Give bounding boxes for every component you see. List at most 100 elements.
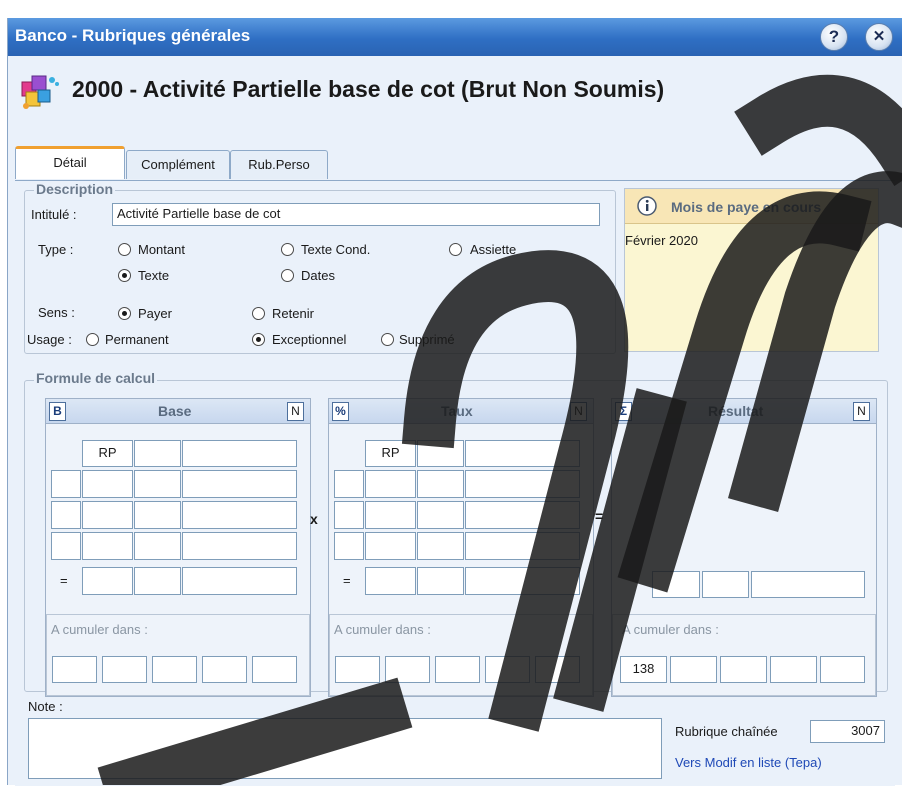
- base-cell[interactable]: [51, 501, 81, 529]
- base-cell[interactable]: [134, 567, 181, 595]
- resultat-cumul-cell[interactable]: [670, 656, 717, 683]
- base-cell[interactable]: [51, 532, 81, 560]
- sens-retenir-radio[interactable]: [252, 307, 265, 320]
- sigma-badge: Σ: [615, 402, 632, 421]
- taux-rp-cell[interactable]: RP: [365, 440, 416, 467]
- resultat-cumul-cell[interactable]: [820, 656, 865, 683]
- taux-cell[interactable]: [365, 470, 416, 498]
- taux-cell[interactable]: [417, 501, 464, 529]
- rubrique-blocks-icon: [18, 70, 62, 110]
- taux-cell[interactable]: [465, 440, 580, 467]
- base-cumul-label: A cumuler dans :: [51, 622, 148, 637]
- intitule-field[interactable]: Activité Partielle base de cot: [112, 203, 600, 226]
- base-rp-cell[interactable]: RP: [82, 440, 133, 467]
- window: Banco - Rubriques générales ? ✕ 2000 - A…: [7, 18, 902, 786]
- taux-cell[interactable]: [334, 532, 364, 560]
- base-title: Base: [158, 403, 192, 419]
- resultat-n-button[interactable]: N: [853, 402, 870, 421]
- help-button[interactable]: ?: [820, 23, 848, 51]
- type-texte-radio[interactable]: [118, 269, 131, 282]
- taux-cell[interactable]: [417, 440, 464, 467]
- base-cumul-cell[interactable]: [52, 656, 97, 683]
- type-dates-radio[interactable]: [281, 269, 294, 282]
- equals-sign: =: [595, 508, 604, 524]
- base-cell[interactable]: [182, 440, 297, 467]
- multiply-sign: x: [310, 511, 318, 527]
- title-bar: Banco - Rubriques générales ? ✕: [8, 18, 902, 56]
- tab-rub-perso[interactable]: Rub.Perso: [230, 150, 328, 179]
- window-title: Banco - Rubriques générales: [15, 26, 251, 45]
- taux-cell[interactable]: [365, 532, 416, 560]
- taux-cell[interactable]: [417, 532, 464, 560]
- base-cell[interactable]: [182, 501, 297, 529]
- taux-cell[interactable]: [417, 470, 464, 498]
- taux-cumul-cell[interactable]: [535, 656, 580, 683]
- base-cell[interactable]: [134, 440, 181, 467]
- taux-cell[interactable]: [465, 501, 580, 529]
- base-n-button[interactable]: N: [287, 402, 304, 421]
- base-cumul-cell[interactable]: [202, 656, 247, 683]
- taux-panel: % Taux N RP = A cumuler dans :: [328, 398, 594, 697]
- taux-badge: %: [332, 402, 349, 421]
- note-field[interactable]: [28, 718, 662, 779]
- close-button[interactable]: ✕: [865, 23, 893, 51]
- resultat-cell[interactable]: [702, 571, 749, 598]
- taux-n-button[interactable]: N: [570, 402, 587, 421]
- page-title: 2000 - Activité Partielle base de cot (B…: [72, 76, 665, 102]
- taux-cumul-label: A cumuler dans :: [334, 622, 431, 637]
- taux-cell[interactable]: [465, 532, 580, 560]
- taux-cell[interactable]: [417, 567, 464, 595]
- type-texte-cond-radio[interactable]: [281, 243, 294, 256]
- base-cell[interactable]: [82, 567, 133, 595]
- sens-payer-radio[interactable]: [118, 307, 131, 320]
- base-panel: B Base N RP = A cumuler dans :: [45, 398, 311, 697]
- usage-label: Usage :: [27, 332, 72, 347]
- base-header: B Base N: [46, 399, 310, 424]
- resultat-title: Résultat: [708, 403, 764, 419]
- base-cell[interactable]: [182, 470, 297, 498]
- type-montant-radio[interactable]: [118, 243, 131, 256]
- base-cumul-cell[interactable]: [152, 656, 197, 683]
- taux-cumul-cell[interactable]: [435, 656, 480, 683]
- intitule-label: Intitulé :: [31, 207, 77, 222]
- rubrique-chainee-field[interactable]: 3007: [810, 720, 885, 743]
- base-cumul-cell[interactable]: [252, 656, 297, 683]
- taux-cumul-cell[interactable]: [335, 656, 380, 683]
- resultat-cumul-cell[interactable]: [770, 656, 817, 683]
- resultat-cell[interactable]: [652, 571, 700, 598]
- taux-cell[interactable]: [465, 470, 580, 498]
- usage-exceptionnel-radio[interactable]: [252, 333, 265, 346]
- base-cell[interactable]: [82, 532, 133, 560]
- tab-complement[interactable]: Complément: [126, 150, 230, 179]
- resultat-cumul-label: A cumuler dans :: [622, 622, 719, 637]
- type-assiette-radio[interactable]: [449, 243, 462, 256]
- tab-detail[interactable]: Détail: [15, 146, 125, 179]
- base-cell[interactable]: [82, 501, 133, 529]
- taux-cell[interactable]: [334, 470, 364, 498]
- base-cell[interactable]: [182, 567, 297, 595]
- type-assiette-label: Assiette: [470, 242, 517, 257]
- taux-cell[interactable]: [365, 501, 416, 529]
- resultat-cumul-cell[interactable]: [720, 656, 767, 683]
- base-cell[interactable]: [134, 501, 181, 529]
- resultat-cell[interactable]: [751, 571, 865, 598]
- base-cumul-cell[interactable]: [102, 656, 147, 683]
- taux-cell[interactable]: [465, 567, 580, 595]
- base-equals: =: [60, 573, 68, 588]
- taux-cell[interactable]: [334, 501, 364, 529]
- usage-permanent-radio[interactable]: [86, 333, 99, 346]
- base-cell[interactable]: [182, 532, 297, 560]
- modif-liste-link[interactable]: Vers Modif en liste (Tepa): [675, 755, 822, 770]
- base-cell[interactable]: [134, 470, 181, 498]
- resultat-cumul-cell[interactable]: 138: [620, 656, 667, 683]
- taux-cumul-cell[interactable]: [385, 656, 430, 683]
- taux-cumul-cell[interactable]: [485, 656, 530, 683]
- base-cell[interactable]: [82, 470, 133, 498]
- usage-exceptionnel-label: Exceptionnel: [272, 332, 347, 347]
- base-cell[interactable]: [51, 470, 81, 498]
- usage-supprime-radio[interactable]: [381, 333, 394, 346]
- base-cell[interactable]: [134, 532, 181, 560]
- sens-label: Sens :: [38, 305, 75, 320]
- taux-cell[interactable]: [365, 567, 416, 595]
- mois-de-paye-value: Février 2020: [625, 233, 698, 248]
